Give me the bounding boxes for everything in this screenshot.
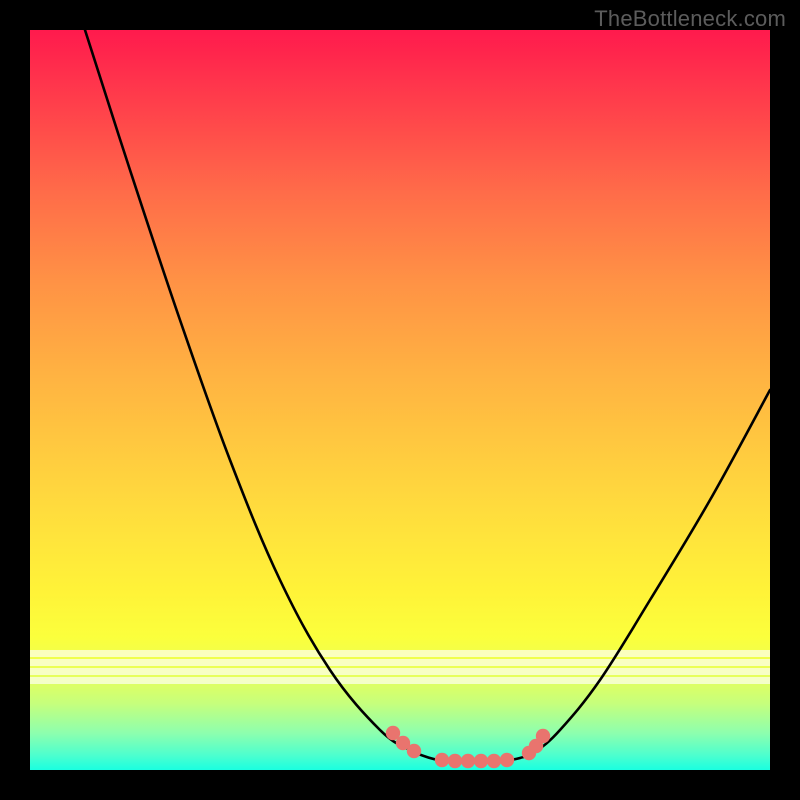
curve-svg: [30, 30, 770, 770]
basin-markers-group: [386, 726, 550, 768]
basin-marker: [435, 753, 449, 767]
chart-frame: TheBottleneck.com: [0, 0, 800, 800]
watermark: TheBottleneck.com: [594, 6, 786, 32]
series-left-curve: [85, 30, 440, 760]
basin-marker: [500, 753, 514, 767]
basin-marker: [407, 744, 421, 758]
series-right-curve: [510, 390, 770, 760]
basin-marker: [461, 754, 475, 768]
basin-marker: [487, 754, 501, 768]
basin-marker: [536, 729, 550, 743]
basin-marker: [448, 754, 462, 768]
basin-marker: [474, 754, 488, 768]
curve-paths: [85, 30, 770, 761]
plot-area: [30, 30, 770, 770]
